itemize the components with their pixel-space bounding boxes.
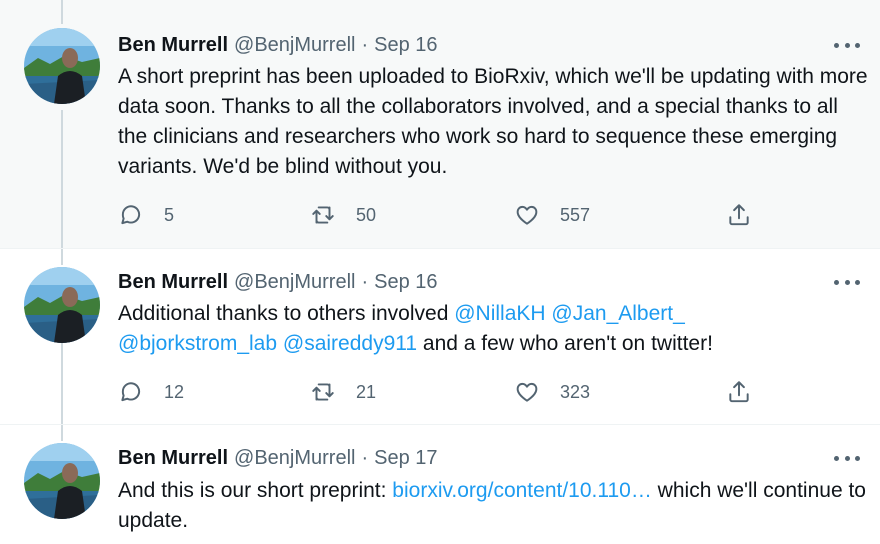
separator: · xyxy=(361,33,369,56)
avatar[interactable] xyxy=(24,28,100,104)
avatar[interactable] xyxy=(24,267,100,343)
tweet-header: Ben Murrell @BenjMurrell · Sep 16 xyxy=(118,33,438,57)
thread-line xyxy=(61,0,63,24)
reply-count: 5 xyxy=(164,204,175,225)
more-icon[interactable] xyxy=(834,273,860,291)
tweet-header: Ben Murrell @BenjMurrell · Sep 16 xyxy=(118,270,438,294)
retweet-count: 21 xyxy=(356,381,377,402)
heart-icon xyxy=(516,382,538,402)
tweet-date[interactable]: Sep 16 xyxy=(374,271,437,294)
tweet-date[interactable]: Sep 16 xyxy=(374,34,437,57)
retweet-icon xyxy=(312,383,334,401)
more-icon[interactable] xyxy=(834,36,860,54)
like-count: 323 xyxy=(560,381,591,402)
separator: · xyxy=(361,446,369,469)
reply-icon xyxy=(121,205,141,225)
reply-icon xyxy=(121,382,141,402)
thread-line xyxy=(61,110,63,248)
reply-button[interactable]: 5 xyxy=(118,200,174,230)
retweet-icon xyxy=(312,206,334,224)
text-prefix: And this is our short preprint: xyxy=(118,479,393,502)
retweet-count: 50 xyxy=(356,204,377,225)
mention-link[interactable]: @NillaKH xyxy=(454,302,545,325)
mention-link[interactable]: @bjorkstrom_lab xyxy=(118,332,277,355)
author-name[interactable]: Ben Murrell xyxy=(118,271,228,294)
author-handle[interactable]: @BenjMurrell xyxy=(234,271,355,294)
tweet-actions: 12 21 323 xyxy=(118,377,768,407)
thread-line xyxy=(61,425,63,441)
author-name[interactable]: Ben Murrell xyxy=(118,447,228,470)
retweet-button[interactable]: 21 xyxy=(310,377,376,407)
tweet-text: And this is our short preprint: biorxiv.… xyxy=(118,476,868,536)
preprint-link[interactable]: biorxiv.org/content/10.110… xyxy=(392,479,652,502)
mention-link[interactable]: @Jan_Albert_ xyxy=(551,302,684,325)
text-prefix: Additional thanks to others involved xyxy=(118,302,455,325)
share-icon xyxy=(729,204,749,226)
thread-line xyxy=(61,249,63,265)
tweet-date[interactable]: Sep 17 xyxy=(374,447,437,470)
retweet-button[interactable]: 50 xyxy=(310,200,376,230)
tweet[interactable]: Ben Murrell @BenjMurrell · Sep 16 Additi… xyxy=(0,248,880,425)
tweet-text: Additional thanks to others involved @Ni… xyxy=(118,299,868,359)
separator: · xyxy=(361,270,369,293)
like-button[interactable]: 323 xyxy=(514,377,590,407)
tweet[interactable]: Ben Murrell @BenjMurrell · Sep 16 A shor… xyxy=(0,0,880,248)
share-button[interactable] xyxy=(726,377,752,407)
share-button[interactable] xyxy=(726,200,752,230)
thread-line xyxy=(61,343,63,425)
author-handle[interactable]: @BenjMurrell xyxy=(234,34,355,57)
tweet-header: Ben Murrell @BenjMurrell · Sep 17 xyxy=(118,446,438,470)
like-button[interactable]: 557 xyxy=(514,200,590,230)
mention-link[interactable]: @saireddy911 xyxy=(283,332,417,355)
author-name[interactable]: Ben Murrell xyxy=(118,34,228,57)
reply-count: 12 xyxy=(164,381,185,402)
more-icon[interactable] xyxy=(834,449,860,467)
tweet-actions: 5 50 557 xyxy=(118,200,768,230)
like-count: 557 xyxy=(560,204,591,225)
avatar[interactable] xyxy=(24,443,100,519)
heart-icon xyxy=(516,205,538,225)
tweet-text: A short preprint has been uploaded to Bi… xyxy=(118,65,868,178)
text-suffix: and a few who aren't on twitter! xyxy=(417,332,713,355)
share-icon xyxy=(729,381,749,403)
reply-button[interactable]: 12 xyxy=(118,377,184,407)
tweet[interactable]: Ben Murrell @BenjMurrell · Sep 17 And th… xyxy=(0,424,880,544)
tweet-thread: Ben Murrell @BenjMurrell · Sep 16 A shor… xyxy=(0,0,880,544)
author-handle[interactable]: @BenjMurrell xyxy=(234,447,355,470)
